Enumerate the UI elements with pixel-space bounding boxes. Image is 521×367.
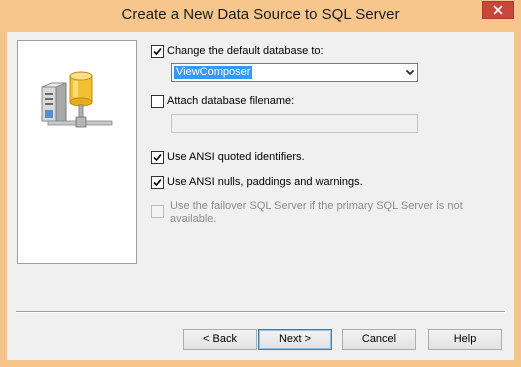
change-default-db-checkbox[interactable]: [151, 45, 164, 58]
cancel-button[interactable]: Cancel: [342, 329, 416, 350]
change-default-db-label[interactable]: Change the default database to:: [167, 45, 324, 58]
dialog-client-area: Change the default database to: ViewComp…: [7, 32, 514, 360]
attach-db-label[interactable]: Attach database filename:: [167, 95, 294, 108]
checkmark-icon: [153, 178, 162, 187]
ansi-quoted-label[interactable]: Use ANSI quoted identifiers.: [167, 151, 305, 164]
next-button[interactable]: Next >: [258, 329, 332, 350]
failover-label: Use the failover SQL Server if the prima…: [170, 200, 463, 225]
back-button[interactable]: < Back: [183, 329, 257, 350]
failover-checkbox[interactable]: [151, 205, 164, 218]
dialog-window: Create a New Data Source to SQL Server C…: [0, 0, 521, 367]
ansi-nulls-checkbox[interactable]: [151, 176, 164, 189]
help-button[interactable]: Help: [428, 329, 502, 350]
checkmark-icon: [153, 153, 162, 162]
attach-db-checkbox[interactable]: [151, 95, 164, 108]
chevron-down-icon: [405, 69, 415, 76]
close-icon: [493, 5, 503, 15]
default-db-value: ViewComposer: [174, 66, 253, 79]
title-bar[interactable]: Create a New Data Source to SQL Server: [0, 0, 521, 32]
database-server-icon: [41, 71, 113, 128]
close-button[interactable]: [482, 1, 514, 19]
default-db-select[interactable]: ViewComposer: [171, 63, 418, 82]
ansi-nulls-label[interactable]: Use ANSI nulls, paddings and warnings.: [167, 176, 363, 189]
side-image-panel: [17, 40, 137, 264]
attach-db-filename-input[interactable]: [171, 114, 418, 133]
ansi-quoted-checkbox[interactable]: [151, 151, 164, 164]
separator: [16, 311, 505, 313]
window-title: Create a New Data Source to SQL Server: [121, 6, 400, 23]
checkmark-icon: [153, 47, 162, 56]
